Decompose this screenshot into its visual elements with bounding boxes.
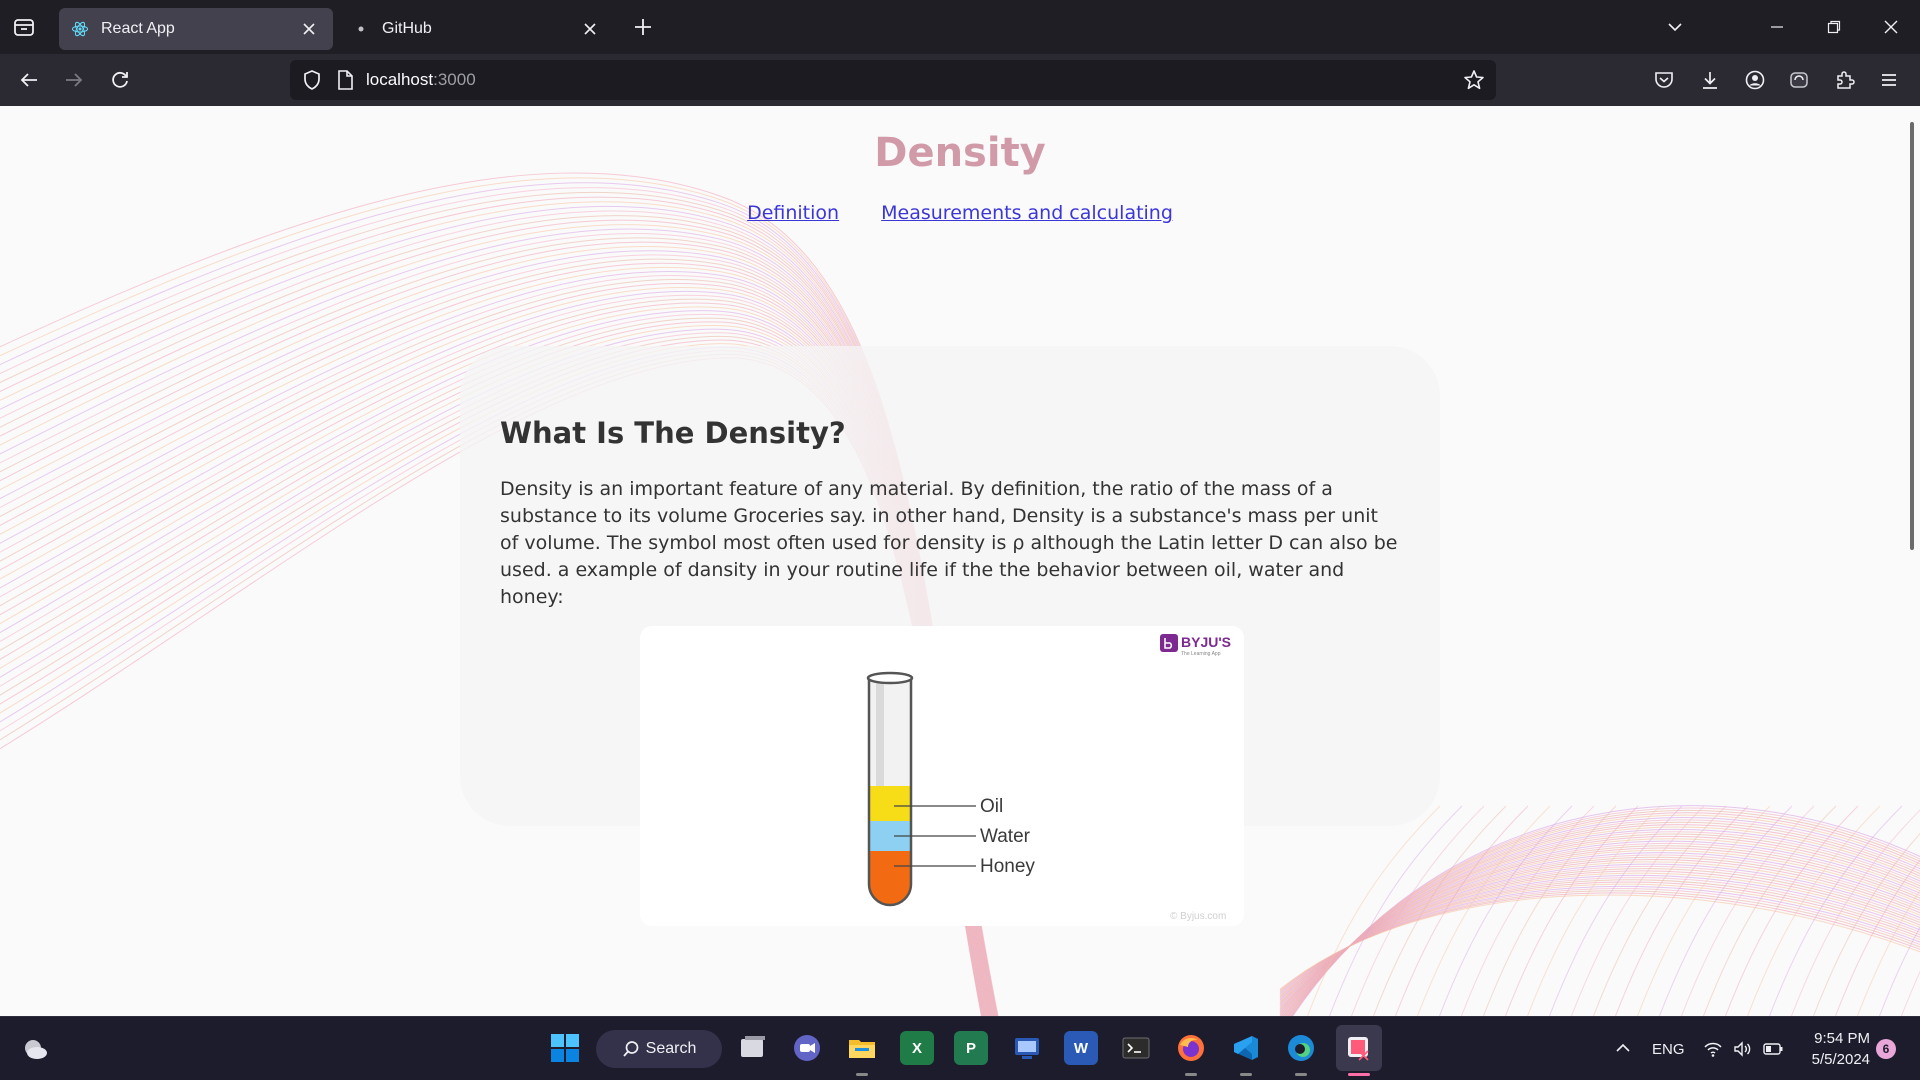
close-window-icon[interactable] [1878,14,1904,40]
section-paragraph: Density is an important feature of any m… [500,478,1398,608]
density-figure: BYJU'S The Learning App Oil Water Honey … [640,626,1244,926]
page-scrollbar[interactable] [1910,122,1914,550]
volume-icon[interactable] [1732,1039,1752,1059]
chevron-down-icon[interactable] [1662,14,1688,40]
tab-title: GitHub [382,20,432,37]
windows-taskbar: Search X P W ENG 9:54 PM 5/5/2024 6 [0,1016,1920,1080]
word-icon[interactable]: W [1064,1031,1098,1065]
running-indicator [1240,1073,1252,1076]
pocket-icon[interactable] [1651,67,1677,93]
notification-badge[interactable]: 6 [1876,1039,1896,1059]
edge-icon[interactable] [1284,1031,1318,1065]
chevron-up-icon[interactable] [1614,1039,1632,1057]
label-honey: Honey [980,856,1035,877]
screen-tool-icon[interactable] [1010,1031,1044,1065]
file-explorer-icon[interactable] [845,1031,879,1065]
tab-react-app[interactable]: React App [59,8,333,50]
tab-github[interactable]: GitHub [340,8,614,50]
shield-icon[interactable] [300,68,324,92]
download-icon[interactable] [1697,67,1723,93]
running-indicator [856,1073,868,1076]
brand-name: BYJU'S [1181,634,1231,650]
test-tube [866,671,914,907]
minimize-icon[interactable] [1764,14,1790,40]
layer-labels: Oil Water Honey [894,796,1035,877]
task-view-icon[interactable] [736,1031,770,1065]
honey-layer [869,851,911,905]
puzzle-icon[interactable] [1832,67,1858,93]
section-heading: What Is The Density? [500,416,846,450]
url-text[interactable]: localhost:3000 [366,70,476,90]
battery-icon[interactable] [1762,1039,1784,1059]
tab-title: React App [101,20,175,37]
clock-time[interactable]: 9:54 PM [1806,1030,1870,1047]
project-icon[interactable]: P [954,1031,988,1065]
search-icon [622,1040,640,1058]
wifi-icon[interactable] [1703,1039,1723,1059]
label-oil: Oil [980,796,1003,817]
page-nav: Definition Measurements and calculating [0,202,1920,224]
extension-icon[interactable] [1786,67,1812,93]
url-bar[interactable]: localhost:3000 [290,60,1496,100]
reload-icon[interactable] [107,67,133,93]
oil-layer [869,786,911,821]
firefox-icon[interactable] [1174,1031,1208,1065]
taskbar-search[interactable]: Search [596,1030,722,1068]
bookmark-star-icon[interactable] [1462,68,1486,92]
page-title: Density [874,130,1046,176]
browser-toolbar: localhost:3000 [0,54,1920,106]
figure-credit: © Byjus.com [1170,911,1226,922]
language-indicator[interactable]: ENG [1652,1041,1685,1058]
restore-icon[interactable] [1821,14,1847,40]
running-indicator [1295,1073,1307,1076]
nav-link-definition[interactable]: Definition [747,202,839,224]
react-icon [71,20,89,38]
terminal-icon[interactable] [1119,1031,1153,1065]
byjus-logo: BYJU'S The Learning App [1160,634,1231,657]
nav-link-measurements[interactable]: Measurements and calculating [881,202,1173,224]
page-info-icon[interactable] [334,69,356,91]
new-tab-icon[interactable] [632,16,654,38]
tab-list-icon[interactable] [12,15,36,39]
teams-meet-icon[interactable] [790,1031,824,1065]
excel-icon[interactable]: X [900,1031,934,1065]
snipping-tool-icon[interactable] [1336,1025,1382,1071]
weather-icon[interactable] [20,1034,50,1064]
page-viewport[interactable]: Density Definition Measurements and calc… [0,106,1920,1016]
active-indicator [1348,1073,1370,1076]
browser-tabbar: React App GitHub [0,0,1920,54]
account-icon[interactable] [1742,67,1768,93]
back-icon[interactable] [16,67,42,93]
start-icon[interactable] [548,1031,582,1065]
notification-count: 6 [1882,1042,1890,1056]
vscode-icon[interactable] [1229,1031,1263,1065]
search-label: Search [645,1040,697,1057]
dot-icon [352,20,370,38]
clock-date[interactable]: 5/5/2024 [1806,1051,1870,1068]
forward-icon[interactable] [61,67,87,93]
close-tab-icon[interactable] [580,19,600,39]
running-indicator [1185,1073,1197,1076]
label-water: Water [980,826,1031,847]
brand-sub: The Learning App [1181,651,1221,657]
close-tab-icon[interactable] [299,19,319,39]
menu-icon[interactable] [1876,67,1902,93]
